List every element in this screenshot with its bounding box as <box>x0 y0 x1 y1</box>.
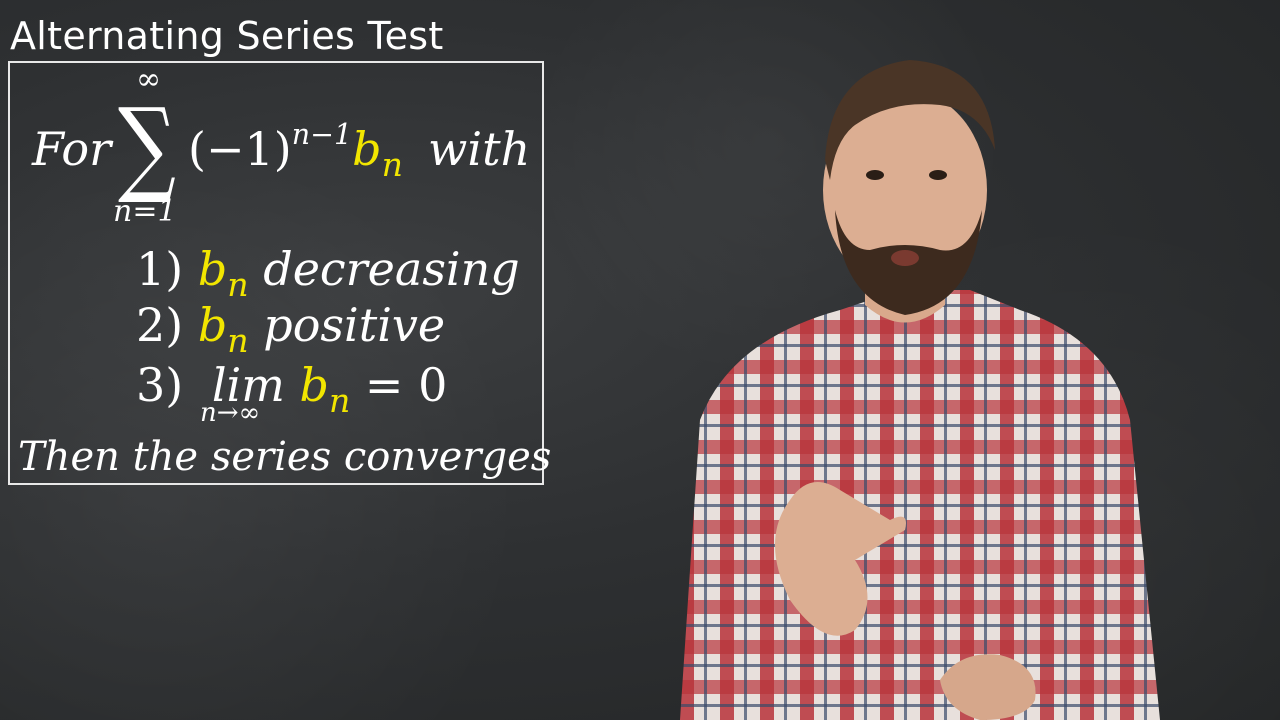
page-title: Alternating Series Test <box>10 14 444 58</box>
condition-2-number: 2) <box>136 298 184 352</box>
condition-3: 3) lim bn = 0 <box>136 358 448 420</box>
condition-2-b: bn <box>197 298 249 360</box>
sum-lower-limit: n=1 <box>113 194 177 229</box>
intro-with: with <box>428 122 531 176</box>
b-subscript: n <box>381 144 403 184</box>
term-base: (−1) <box>188 122 292 176</box>
b-letter: b <box>352 122 382 176</box>
condition-1-b: bn <box>197 242 249 304</box>
b-letter: b <box>299 358 329 412</box>
presenter-figure <box>680 60 1160 720</box>
b-letter: b <box>197 242 228 296</box>
mouth <box>891 250 919 266</box>
intro-for: For <box>32 122 112 176</box>
conclusion-text: Then the series converges <box>18 434 552 480</box>
condition-3-number: 3) <box>136 358 184 412</box>
condition-2: 2) bn positive <box>136 298 446 360</box>
b-subscript: n <box>328 380 351 420</box>
condition-1-number: 1) <box>136 242 184 296</box>
left-eye <box>866 170 884 180</box>
condition-2-text: positive <box>263 298 446 352</box>
condition-3-equals: = 0 <box>364 358 448 412</box>
term-exponent: n−1 <box>291 118 353 152</box>
condition-3-b: bn <box>299 358 351 420</box>
term-b: bn <box>352 122 403 184</box>
series-term: (−1)n−1bn <box>188 118 403 184</box>
b-subscript: n <box>227 320 249 360</box>
right-eye <box>929 170 947 180</box>
plaid-shirt <box>680 290 1160 720</box>
condition-1-text: decreasing <box>263 242 520 296</box>
limit-subscript: n→∞ <box>200 398 261 428</box>
summation-symbol: ∑ <box>118 85 176 207</box>
condition-1: 1) bn decreasing <box>136 242 520 304</box>
b-letter: b <box>197 298 228 352</box>
